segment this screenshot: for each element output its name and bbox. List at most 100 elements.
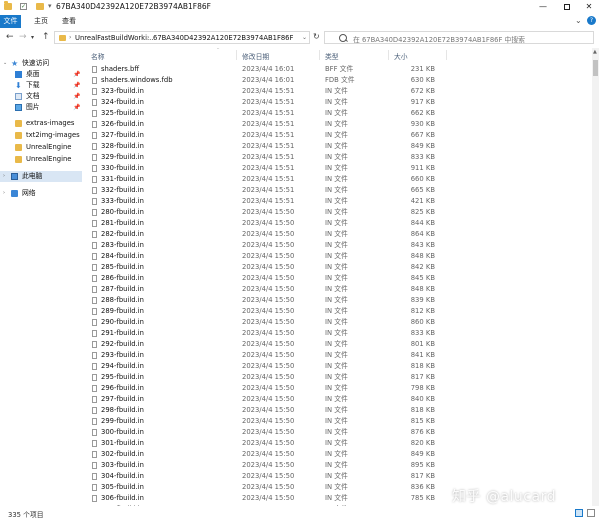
file-type: IN 文件 <box>325 439 348 447</box>
file-row[interactable]: 294-fbuild.in 2023/4/4 15:50 IN 文件 818 KB <box>86 361 591 372</box>
file-row[interactable]: 302-fbuild.in 2023/4/4 15:50 IN 文件 849 KB <box>86 449 591 460</box>
pin-icon[interactable]: 📌 <box>73 91 80 102</box>
file-row[interactable]: 295-fbuild.in 2023/4/4 15:50 IN 文件 817 KB <box>86 372 591 383</box>
column-divider[interactable] <box>446 50 447 60</box>
help-icon[interactable]: ? <box>587 16 596 25</box>
breadcrumb-item[interactable]: UnrealFastBuildWorki... <box>75 34 153 42</box>
vertical-scrollbar[interactable]: ▲ <box>592 48 599 506</box>
file-row[interactable]: 287-fbuild.in 2023/4/4 15:50 IN 文件 848 KB <box>86 284 591 295</box>
folder-icon <box>4 1 12 10</box>
file-row[interactable]: 327-fbuild.in 2023/4/4 15:51 IN 文件 667 KB <box>86 130 591 141</box>
tab-home[interactable]: 主页 <box>30 16 52 27</box>
address-dropdown-icon[interactable]: ⌄ <box>302 34 307 41</box>
file-row[interactable]: 288-fbuild.in 2023/4/4 15:50 IN 文件 839 KB <box>86 295 591 306</box>
file-row[interactable]: 300-fbuild.in 2023/4/4 15:50 IN 文件 876 KB <box>86 427 591 438</box>
file-row[interactable]: 304-fbuild.in 2023/4/4 15:50 IN 文件 817 KB <box>86 471 591 482</box>
file-row[interactable]: shaders.windows.fdb 2023/4/4 16:01 FDB 文件 6… <box>86 75 591 86</box>
nav-item-desktop[interactable]: 桌面 📌 <box>0 69 82 80</box>
file-name: 282-fbuild.in <box>101 230 144 238</box>
file-row[interactable]: 329-fbuild.in 2023/4/4 15:51 IN 文件 833 KB <box>86 152 591 163</box>
refresh-icon[interactable]: ↻ <box>313 32 320 41</box>
column-header-size[interactable]: 大小 <box>394 51 408 61</box>
file-date: 2023/4/4 15:50 <box>242 373 295 381</box>
expand-chevron-icon[interactable]: › <box>3 171 5 182</box>
expand-ribbon-icon[interactable]: ⌄ <box>575 16 582 25</box>
file-row[interactable]: 286-fbuild.in 2023/4/4 15:50 IN 文件 845 KB <box>86 273 591 284</box>
quick-access-toolbar-dropdown[interactable]: ▾ <box>48 2 52 10</box>
close-button[interactable]: ✕ <box>578 0 600 14</box>
column-header-name[interactable]: 名称 <box>91 51 105 61</box>
nav-item-pictures[interactable]: 图片 📌 <box>0 102 82 113</box>
pin-icon[interactable]: 📌 <box>73 102 80 113</box>
nav-item-network[interactable]: › 网络 <box>0 188 82 199</box>
file-row[interactable]: 325-fbuild.in 2023/4/4 15:51 IN 文件 662 KB <box>86 108 591 119</box>
tab-view[interactable]: 查看 <box>58 16 80 27</box>
details-view-button[interactable] <box>575 509 583 517</box>
maximize-button[interactable] <box>556 0 578 14</box>
file-row[interactable]: 297-fbuild.in 2023/4/4 15:50 IN 文件 840 KB <box>86 394 591 405</box>
recent-locations-icon[interactable]: ▾ <box>31 34 34 41</box>
up-arrow-icon[interactable]: ↑ <box>42 32 50 42</box>
file-row[interactable]: 324-fbuild.in 2023/4/4 15:51 IN 文件 917 KB <box>86 97 591 108</box>
file-row[interactable]: 293-fbuild.in 2023/4/4 15:50 IN 文件 841 KB <box>86 350 591 361</box>
address-bar[interactable]: › UnrealFastBuildWorki... › 67BA340D4239… <box>54 31 310 44</box>
nav-item-unrealengine[interactable]: UnrealEngine <box>0 142 82 153</box>
large-icons-view-button[interactable] <box>587 509 595 517</box>
file-size: 812 KB <box>410 307 435 315</box>
breadcrumb-chevron-icon[interactable]: › <box>69 34 71 41</box>
pin-icon[interactable]: 📌 <box>73 69 80 80</box>
back-arrow-icon[interactable]: ← <box>6 32 14 42</box>
file-row[interactable]: 298-fbuild.in 2023/4/4 15:50 IN 文件 818 KB <box>86 405 591 416</box>
file-row[interactable]: 281-fbuild.in 2023/4/4 15:50 IN 文件 844 KB <box>86 218 591 229</box>
file-row[interactable]: 292-fbuild.in 2023/4/4 15:50 IN 文件 801 KB <box>86 339 591 350</box>
file-row[interactable]: 285-fbuild.in 2023/4/4 15:50 IN 文件 842 KB <box>86 262 591 273</box>
search-box[interactable]: 在 67BA340D42392A120E72B3974AB1F86F 中搜索 <box>324 31 594 44</box>
minimize-button[interactable]: — <box>532 0 554 14</box>
file-row[interactable]: 290-fbuild.in 2023/4/4 15:50 IN 文件 860 KB <box>86 317 591 328</box>
file-row[interactable]: 330-fbuild.in 2023/4/4 15:51 IN 文件 911 KB <box>86 163 591 174</box>
breadcrumb-item[interactable]: 67BA340D42392A120E72B3974AB1F86F <box>153 34 293 42</box>
file-date: 2023/4/4 15:51 <box>242 109 295 117</box>
forward-arrow-icon[interactable]: → <box>19 32 27 42</box>
file-row[interactable]: 333-fbuild.in 2023/4/4 15:51 IN 文件 421 KB <box>86 196 591 207</box>
file-row[interactable]: 332-fbuild.in 2023/4/4 15:51 IN 文件 665 KB <box>86 185 591 196</box>
breadcrumb-chevron-icon[interactable]: › <box>147 34 149 41</box>
file-row[interactable]: shaders.bff 2023/4/4 16:01 BFF 文件 231 KB <box>86 64 591 75</box>
pin-icon[interactable]: 📌 <box>73 80 80 91</box>
tab-file[interactable]: 文件 <box>0 15 21 28</box>
file-row[interactable]: 291-fbuild.in 2023/4/4 15:50 IN 文件 833 KB <box>86 328 591 339</box>
file-row[interactable]: 328-fbuild.in 2023/4/4 15:51 IN 文件 849 KB <box>86 141 591 152</box>
nav-item-downloads[interactable]: ⬇ 下载 📌 <box>0 80 82 91</box>
file-row[interactable]: 299-fbuild.in 2023/4/4 15:50 IN 文件 815 KB <box>86 416 591 427</box>
file-row[interactable]: 289-fbuild.in 2023/4/4 15:50 IN 文件 812 KB <box>86 306 591 317</box>
expand-chevron-icon[interactable]: › <box>3 188 5 199</box>
scrollbar-thumb[interactable] <box>593 60 598 76</box>
column-header-date[interactable]: 修改日期 <box>242 51 269 61</box>
column-header-type[interactable]: 类型 <box>325 51 339 61</box>
file-size: 836 KB <box>410 483 435 491</box>
new-folder-icon[interactable] <box>36 3 44 10</box>
file-row[interactable]: 301-fbuild.in 2023/4/4 15:50 IN 文件 820 KB <box>86 438 591 449</box>
column-divider[interactable] <box>388 50 389 60</box>
properties-checkbox-icon[interactable]: ✓ <box>20 3 27 10</box>
file-row[interactable]: 282-fbuild.in 2023/4/4 15:50 IN 文件 864 KB <box>86 229 591 240</box>
file-row[interactable]: 284-fbuild.in 2023/4/4 15:50 IN 文件 848 KB <box>86 251 591 262</box>
nav-item-this-pc[interactable]: › 此电脑 <box>0 171 82 182</box>
scroll-up-arrow-icon[interactable]: ▲ <box>593 49 597 55</box>
nav-item-txt2img-images[interactable]: txt2img-images <box>0 130 82 141</box>
column-divider[interactable] <box>236 50 237 60</box>
file-row[interactable]: 323-fbuild.in 2023/4/4 15:51 IN 文件 672 KB <box>86 86 591 97</box>
column-divider[interactable] <box>319 50 320 60</box>
file-row[interactable]: 303-fbuild.in 2023/4/4 15:50 IN 文件 895 KB <box>86 460 591 471</box>
nav-item-unrealengine[interactable]: UnrealEngine <box>0 154 82 165</box>
file-name: 289-fbuild.in <box>101 307 144 315</box>
collapse-chevron-icon[interactable]: ⌄ <box>3 58 7 69</box>
nav-item-quick-access[interactable]: ⌄ ★ 快速访问 <box>0 58 82 69</box>
file-row[interactable]: 283-fbuild.in 2023/4/4 15:50 IN 文件 843 KB <box>86 240 591 251</box>
file-row[interactable]: 326-fbuild.in 2023/4/4 15:51 IN 文件 930 KB <box>86 119 591 130</box>
nav-item-documents[interactable]: 文档 📌 <box>0 91 82 102</box>
file-row[interactable]: 280-fbuild.in 2023/4/4 15:50 IN 文件 825 KB <box>86 207 591 218</box>
file-row[interactable]: 331-fbuild.in 2023/4/4 15:51 IN 文件 660 KB <box>86 174 591 185</box>
nav-item-extras-images[interactable]: extras-images <box>0 118 82 129</box>
file-row[interactable]: 296-fbuild.in 2023/4/4 15:50 IN 文件 798 KB <box>86 383 591 394</box>
